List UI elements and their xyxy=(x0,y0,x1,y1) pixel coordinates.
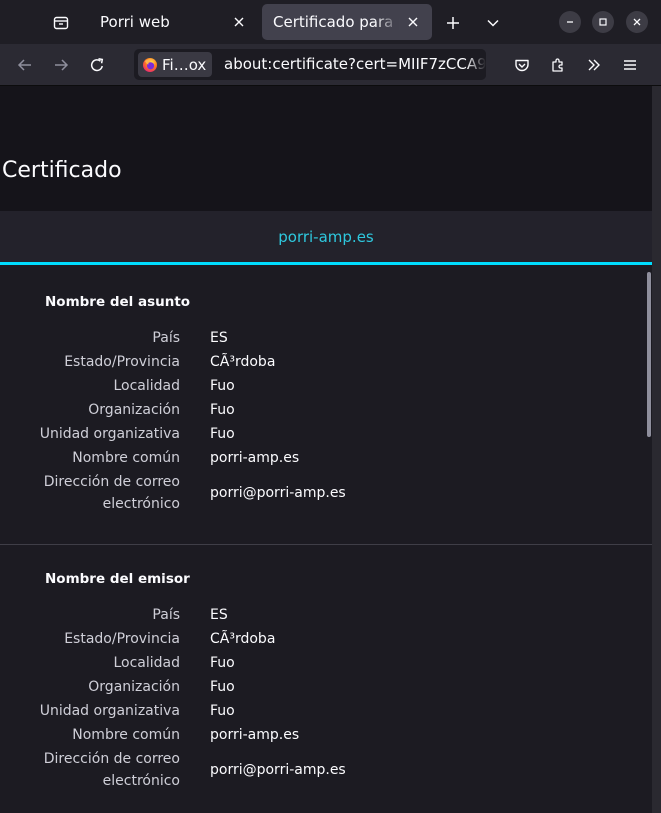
navigation-toolbar: Fi…ox about:certificate?cert=MIIF7zCCA9e… xyxy=(0,44,661,86)
row-label: Nombre común xyxy=(72,727,180,743)
row-label: Organización xyxy=(88,679,180,695)
tab-porri-amp-es[interactable]: porri-amp.es xyxy=(0,211,652,262)
row-value: Fuo xyxy=(210,703,235,719)
row-value: ES xyxy=(210,330,228,346)
row-label: Localidad xyxy=(113,378,180,394)
row-value: ES xyxy=(210,607,228,623)
row-label: electrónico xyxy=(102,496,180,512)
tab-manager-button[interactable] xyxy=(44,8,78,38)
row-value: Fuo xyxy=(210,378,235,394)
row-label: Localidad xyxy=(113,655,180,671)
row-value: porri-amp.es xyxy=(210,450,300,466)
maximize-icon xyxy=(599,18,607,26)
row-value: CÃ³rdoba xyxy=(210,631,276,647)
row-value: porri@porri-amp.es xyxy=(210,485,346,501)
row-value: Fuo xyxy=(210,402,235,418)
row-value: CÃ³rdoba xyxy=(210,354,276,370)
row-label: Nombre común xyxy=(72,450,180,466)
close-tab-button[interactable] xyxy=(226,9,252,35)
puzzle-icon xyxy=(552,58,563,72)
back-button[interactable] xyxy=(10,50,40,80)
row-value: porri@porri-amp.es xyxy=(210,762,346,778)
background-window-edge xyxy=(652,86,661,813)
row-label: Estado/Provincia xyxy=(64,631,180,647)
close-tab-button[interactable] xyxy=(400,9,426,35)
forward-button[interactable] xyxy=(46,50,76,80)
url-fade xyxy=(466,49,486,80)
row-label: País xyxy=(152,607,180,623)
maximize-button[interactable] xyxy=(592,11,614,33)
forward-arrow-icon xyxy=(55,59,69,71)
row-label: Organización xyxy=(88,402,180,418)
row-label: Estado/Provincia xyxy=(64,354,180,370)
tab-porri-web[interactable]: Porri web xyxy=(86,4,258,40)
row-label: País xyxy=(152,330,180,346)
reload-button[interactable] xyxy=(82,50,112,80)
reload-icon xyxy=(90,58,104,72)
pocket-icon xyxy=(515,59,529,72)
window-close-button[interactable] xyxy=(626,11,648,33)
row-label: Dirección de correo xyxy=(43,474,180,490)
tab-label: Porri web xyxy=(100,13,170,31)
app-menu-button[interactable] xyxy=(615,50,645,80)
tab-manager-icon xyxy=(53,16,69,30)
row-label: Dirección de correo xyxy=(43,751,180,767)
close-icon xyxy=(408,17,418,27)
issuer-name-section: Nombre del emisor País ES Estado/Provinc… xyxy=(0,542,652,813)
list-all-tabs-button[interactable] xyxy=(478,8,508,38)
identity-box[interactable]: Fi…ox xyxy=(138,52,213,77)
row-value: Fuo xyxy=(210,679,235,695)
minimize-icon xyxy=(567,21,573,23)
row-value: Fuo xyxy=(210,655,235,671)
tab-label: Certificado para porri-amp.es xyxy=(273,13,400,31)
row-value: Fuo xyxy=(210,426,235,442)
close-icon xyxy=(234,17,244,27)
certificate-tabs: porri-amp.es xyxy=(0,211,652,265)
subject-name-section: Nombre del asunto País ES Estado/Provinc… xyxy=(0,265,652,544)
url-bar[interactable]: Fi…ox about:certificate?cert=MIIF7zCCA9e… xyxy=(134,49,486,80)
section-title: Nombre del asunto xyxy=(45,294,191,310)
chevron-down-icon xyxy=(487,19,499,27)
minimize-button[interactable] xyxy=(559,11,581,33)
section-title: Nombre del emisor xyxy=(45,571,190,587)
scrollbar-thumb[interactable] xyxy=(647,272,651,437)
plus-icon xyxy=(447,17,459,29)
overflow-menu-button[interactable] xyxy=(579,50,609,80)
certificate-viewer: Certificado porri-amp.es Nombre del asun… xyxy=(0,86,652,813)
row-label: Unidad organizativa xyxy=(39,426,180,442)
extensions-button[interactable] xyxy=(543,50,573,80)
page-header: Certificado xyxy=(0,86,652,211)
new-tab-button[interactable] xyxy=(438,8,468,38)
pocket-button[interactable] xyxy=(507,50,537,80)
close-icon xyxy=(633,18,641,26)
row-label: electrónico xyxy=(102,773,180,789)
tab-bar: Porri web Certificado para porri-amp.es xyxy=(0,0,661,44)
identity-label: Fi…ox xyxy=(162,55,207,74)
tab-certificate[interactable]: Certificado para porri-amp.es xyxy=(262,4,432,40)
row-label: Unidad organizativa xyxy=(39,703,180,719)
url-text[interactable]: about:certificate?cert=MIIF7zCCA9egAwIBA… xyxy=(224,55,486,73)
page-title: Certificado xyxy=(2,158,122,183)
hamburger-icon xyxy=(624,60,636,70)
firefox-logo-icon xyxy=(143,57,157,72)
back-arrow-icon xyxy=(17,59,31,71)
row-value: porri-amp.es xyxy=(210,727,300,743)
double-chevron-icon xyxy=(588,59,600,71)
